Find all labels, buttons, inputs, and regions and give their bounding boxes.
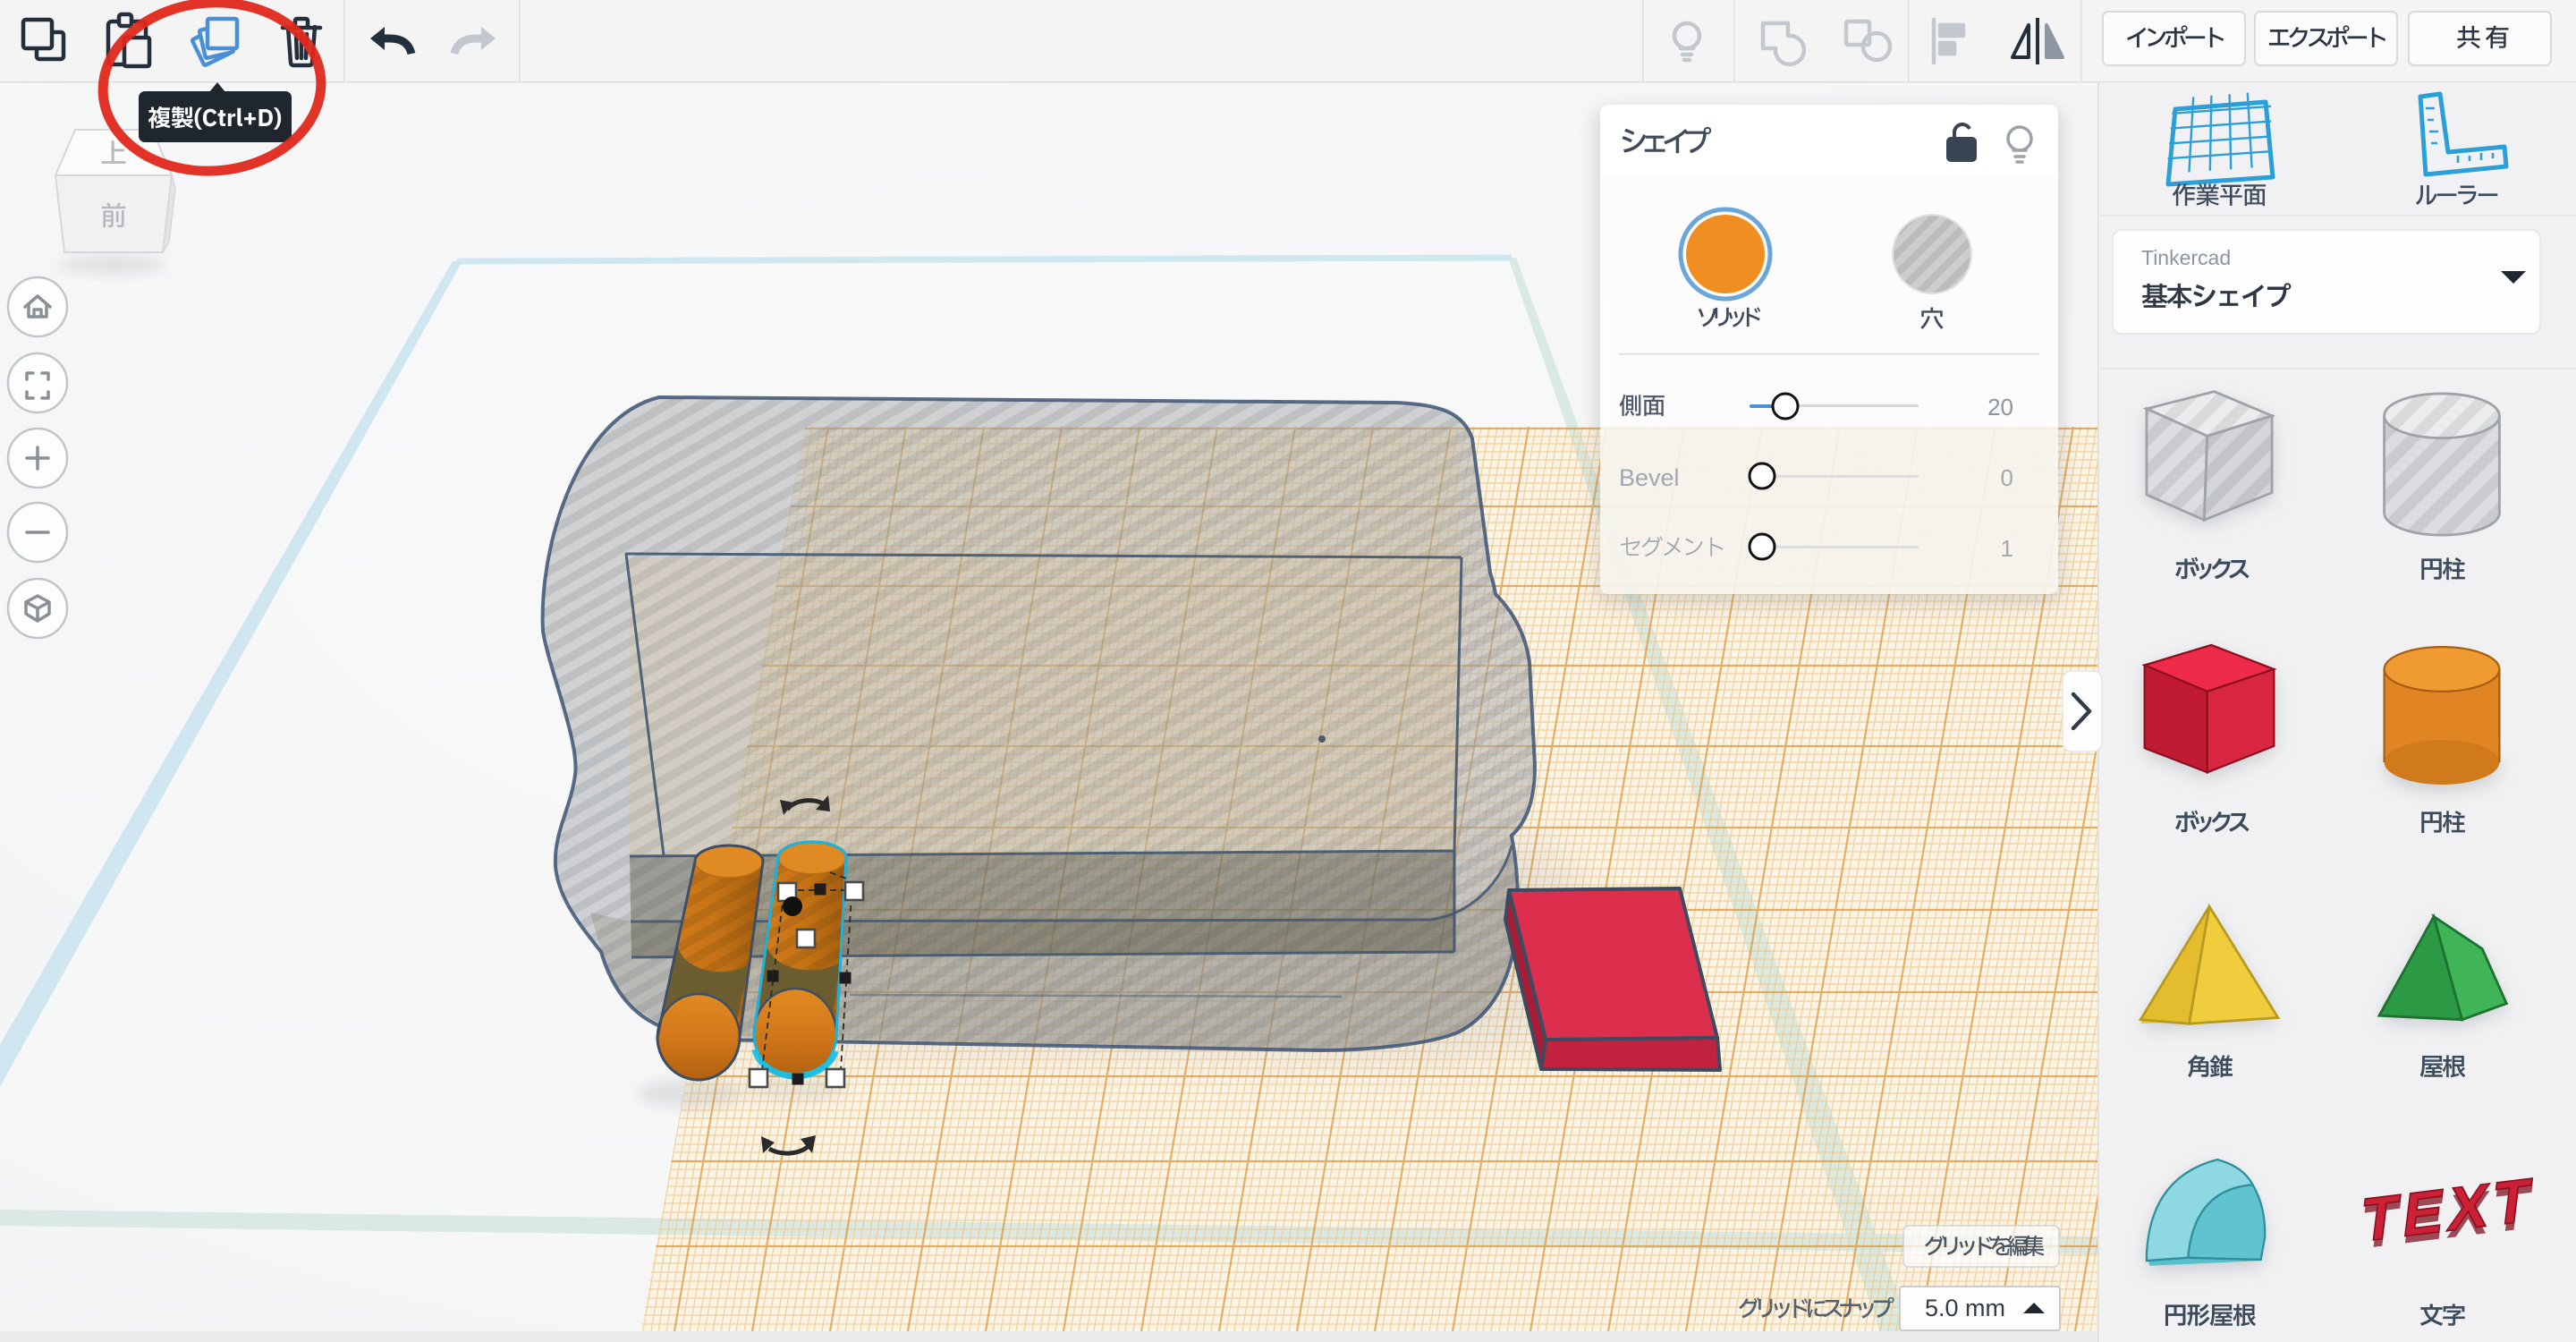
svg-text:5.0 mm: 5.0 mm bbox=[1925, 1295, 2005, 1321]
svg-text:0: 0 bbox=[2001, 464, 2013, 491]
svg-text:Bevel: Bevel bbox=[1619, 464, 1680, 491]
svg-text:Tinkercad: Tinkercad bbox=[2141, 246, 2231, 269]
svg-text:1: 1 bbox=[2001, 535, 2013, 562]
svg-text:20: 20 bbox=[1987, 394, 2013, 420]
